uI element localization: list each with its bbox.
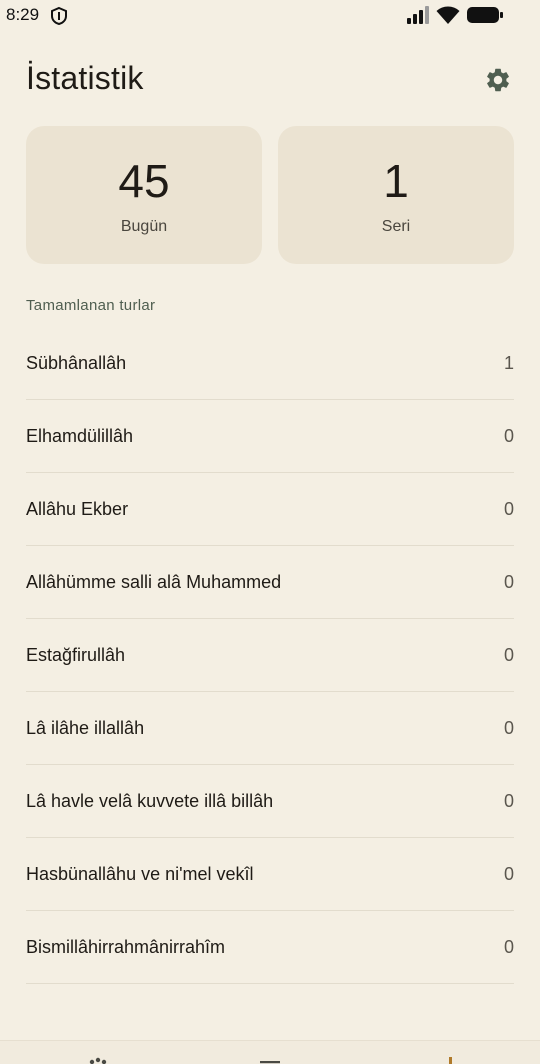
today-label: Bugün <box>120 218 168 235</box>
streak-card: 1 Seri <box>278 126 514 264</box>
list-item-count: 0 <box>503 791 514 811</box>
list-item: Lâ ilâhe illallâh 0 <box>26 692 514 765</box>
list-item-label: Estağfirullâh <box>26 645 126 665</box>
list-item-label: Allâhümme salli alâ Muhammed <box>26 572 282 592</box>
list-item-count: 0 <box>503 499 514 519</box>
list-item: Elhamdülillâh 0 <box>26 400 514 473</box>
settings-button[interactable] <box>480 62 516 98</box>
signal-icon <box>406 6 430 29</box>
wifi-icon <box>436 5 460 30</box>
list-item-count: 0 <box>503 937 514 957</box>
bottom-nav <box>0 1040 540 1064</box>
stats-cards: 45 Bugün 1 Seri <box>26 126 514 264</box>
status-bar: 8:29 <box>0 0 540 32</box>
streak-value: 1 <box>383 155 409 207</box>
page-title: İstatistik <box>26 60 144 96</box>
list-item: Estağfirullâh 0 <box>26 619 514 692</box>
list-item-label: Lâ ilâhe illallâh <box>26 718 145 738</box>
today-value: 45 <box>118 155 170 207</box>
list-item-label: Elhamdülillâh <box>26 426 134 446</box>
list-item: Hasbünallâhu ve ni'mel vekîl 0 <box>26 838 514 911</box>
list-item: Allâhümme salli alâ Muhammed 0 <box>26 546 514 619</box>
list-item-label: Hasbünallâhu ve ni'mel vekîl <box>26 864 254 884</box>
status-time: 8:29 <box>6 5 40 24</box>
list-item-count: 0 <box>503 426 514 446</box>
list-item: Lâ havle velâ kuvvete illâ billâh 0 <box>26 765 514 838</box>
header: İstatistik <box>0 50 540 110</box>
today-card: 45 Bugün <box>26 126 262 264</box>
list-item-count: 1 <box>503 353 514 373</box>
section-title: Tamamlanan turlar <box>26 297 156 314</box>
gear-icon <box>487 68 509 92</box>
list-item-label: Allâhu Ekber <box>26 499 129 519</box>
battery-icon <box>466 6 504 29</box>
shield-icon <box>50 6 68 26</box>
list-item-count: 0 <box>503 864 514 884</box>
completed-rounds-list: Sübhânallâh 1 Elhamdülillâh 0 Allâhu Ekb… <box>26 327 514 984</box>
list-item-count: 0 <box>503 718 514 738</box>
list-item-label: Sübhânallâh <box>26 353 127 373</box>
streak-label: Seri <box>381 218 411 235</box>
list-item: Bismillâhirrahmânirrahîm 0 <box>26 911 514 984</box>
list-item-count: 0 <box>503 645 514 665</box>
list-item-count: 0 <box>503 572 514 592</box>
list-item-label: Lâ havle velâ kuvvete illâ billâh <box>26 791 274 811</box>
list-item: Allâhu Ekber 0 <box>26 473 514 546</box>
list-item: Sübhânallâh 1 <box>26 327 514 400</box>
list-item-label: Bismillâhirrahmânirrahîm <box>26 937 226 957</box>
